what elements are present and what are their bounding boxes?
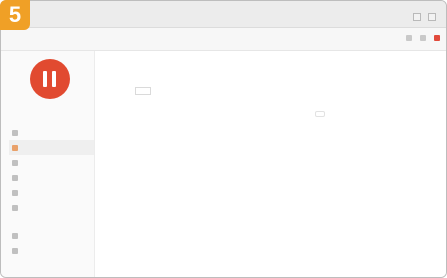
sidebar-item-7[interactable] (9, 228, 94, 243)
sidebar-item-1[interactable] (9, 125, 94, 140)
chart-icon (12, 174, 18, 181)
sidebar-nav (9, 125, 94, 258)
list-icon (12, 204, 18, 211)
sidebar-item-6[interactable] (9, 200, 94, 215)
avatar[interactable] (30, 59, 70, 99)
step-number-badge: 5 (0, 0, 30, 30)
field-input[interactable] (135, 87, 151, 95)
sidebar-item-3[interactable] (9, 155, 94, 170)
pause-icon (43, 71, 47, 87)
logout-icon (12, 247, 18, 254)
pause-icon-bar (52, 71, 56, 87)
main-panel (95, 51, 446, 277)
app-window (0, 0, 447, 278)
folder-icon (12, 159, 18, 166)
filter-options (263, 111, 351, 117)
title-bar (1, 1, 446, 28)
notification-icon[interactable] (406, 35, 412, 41)
help-icon[interactable] (420, 35, 426, 41)
users-icon (12, 144, 18, 151)
filter-option-1[interactable] (263, 111, 273, 117)
sidebar-item-8[interactable] (9, 243, 94, 258)
toolbar-icons (406, 35, 440, 41)
minimize-button[interactable] (413, 13, 421, 21)
filter-option-4[interactable] (341, 111, 351, 117)
dashboard-icon (12, 129, 18, 136)
calendar-icon (12, 189, 18, 196)
sidebar-item-2[interactable] (9, 140, 94, 155)
sidebar-item-5[interactable] (9, 185, 94, 200)
close-icon[interactable] (434, 35, 440, 41)
sidebar-divider (9, 215, 94, 228)
sidebar-item-4[interactable] (9, 170, 94, 185)
filter-option-3[interactable] (315, 111, 325, 117)
maximize-button[interactable] (428, 13, 436, 21)
window-controls (413, 13, 436, 21)
toolbar (1, 28, 446, 51)
filter-option-2[interactable] (289, 111, 299, 117)
settings-icon (12, 232, 18, 239)
